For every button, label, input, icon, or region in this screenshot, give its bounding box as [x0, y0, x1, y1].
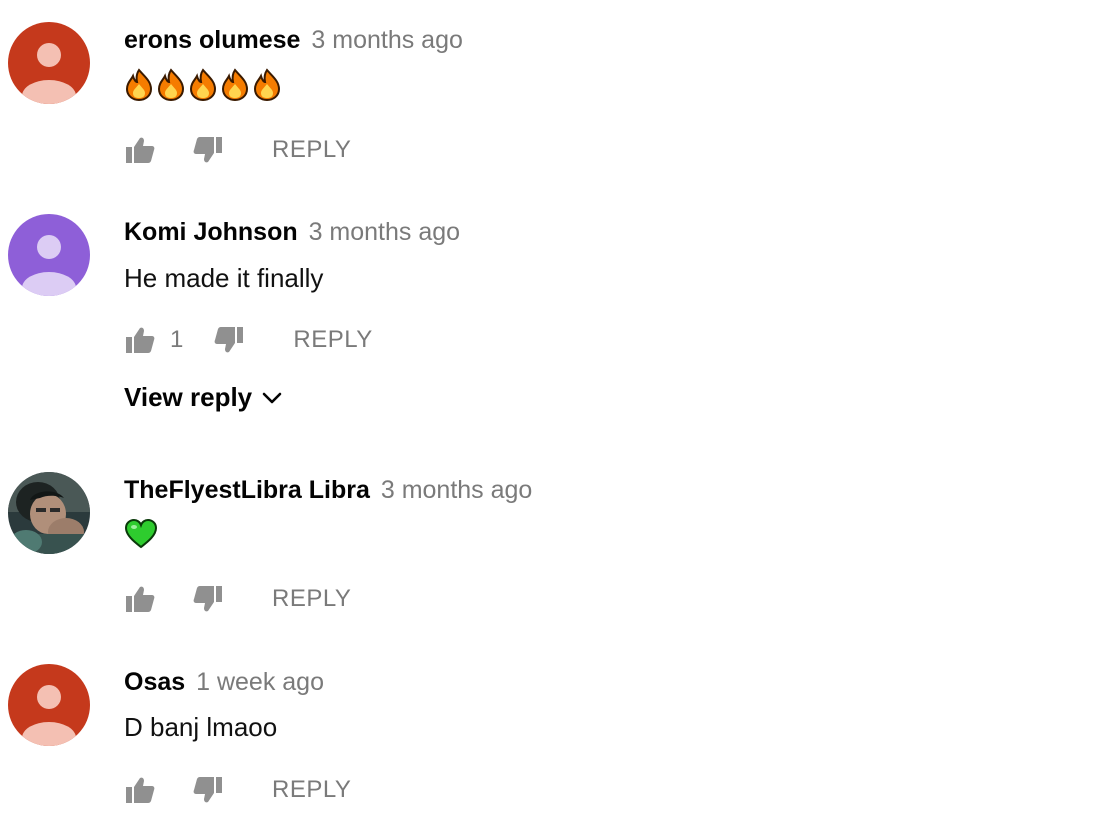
reply-button[interactable]: REPLY	[293, 326, 372, 354]
dislike-button[interactable]	[192, 774, 224, 806]
fire-emoji-icon	[221, 68, 249, 102]
avatar[interactable]	[8, 22, 90, 104]
fire-emoji-icon	[253, 68, 281, 102]
fire-emoji-icon	[189, 68, 217, 102]
author-name[interactable]: Osas	[124, 668, 185, 696]
thumbs-up-icon	[126, 137, 155, 163]
timestamp[interactable]: 3 months ago	[381, 476, 533, 504]
fire-emoji-icon	[125, 68, 153, 102]
timestamp[interactable]: 3 months ago	[311, 26, 463, 54]
like-button[interactable]	[124, 324, 156, 356]
like-button[interactable]	[124, 583, 156, 615]
timestamp[interactable]: 3 months ago	[309, 218, 461, 246]
thumbs-down-icon	[214, 327, 244, 353]
thumbs-down-icon	[193, 586, 222, 612]
dislike-button[interactable]	[192, 583, 224, 615]
comment-text	[124, 68, 282, 102]
thumbs-down-icon	[193, 777, 222, 803]
like-button[interactable]	[124, 134, 156, 166]
avatar[interactable]	[8, 472, 90, 554]
author-name[interactable]: TheFlyestLibra Libra	[124, 476, 370, 504]
comment-actions: REPLY	[124, 134, 351, 166]
like-count: 1	[170, 326, 184, 353]
comment-text	[124, 518, 158, 550]
like-button[interactable]	[124, 774, 156, 806]
reply-button[interactable]: REPLY	[272, 776, 351, 804]
comment-actions: REPLY	[124, 774, 351, 806]
timestamp[interactable]: 1 week ago	[196, 668, 324, 696]
dislike-button[interactable]	[213, 324, 245, 356]
default-avatar-icon	[8, 664, 90, 746]
comment-text: He made it finally	[124, 263, 324, 293]
dislike-button[interactable]	[192, 134, 224, 166]
comment-header: erons olumese 3 months ago	[124, 28, 463, 53]
profile-photo-icon	[8, 472, 90, 554]
author-name[interactable]: erons olumese	[124, 26, 300, 54]
fire-emoji-icon	[157, 68, 185, 102]
comment-text: D banj lmaoo	[124, 712, 278, 742]
default-avatar-icon	[8, 214, 90, 296]
reply-button[interactable]: REPLY	[272, 585, 351, 613]
comment-header: Komi Johnson 3 months ago	[124, 220, 460, 245]
comment-actions: REPLY	[124, 583, 351, 615]
thumbs-up-icon	[126, 777, 155, 803]
thumbs-up-icon	[126, 586, 155, 612]
reply-button[interactable]: REPLY	[272, 136, 351, 164]
comment-header: TheFlyestLibra Libra 3 months ago	[124, 478, 532, 503]
view-reply-button[interactable]: View reply	[124, 382, 284, 413]
thumbs-up-icon	[126, 327, 155, 353]
avatar[interactable]	[8, 214, 90, 296]
comment-actions: 1 REPLY	[124, 324, 373, 356]
default-avatar-icon	[8, 22, 90, 104]
green-heart-emoji-icon	[124, 518, 158, 549]
view-reply-label: View reply	[124, 382, 253, 412]
thumbs-down-icon	[193, 137, 222, 163]
comment-header: Osas 1 week ago	[124, 670, 324, 695]
author-name[interactable]: Komi Johnson	[124, 218, 298, 246]
avatar[interactable]	[8, 664, 90, 746]
chevron-down-icon	[262, 392, 282, 403]
